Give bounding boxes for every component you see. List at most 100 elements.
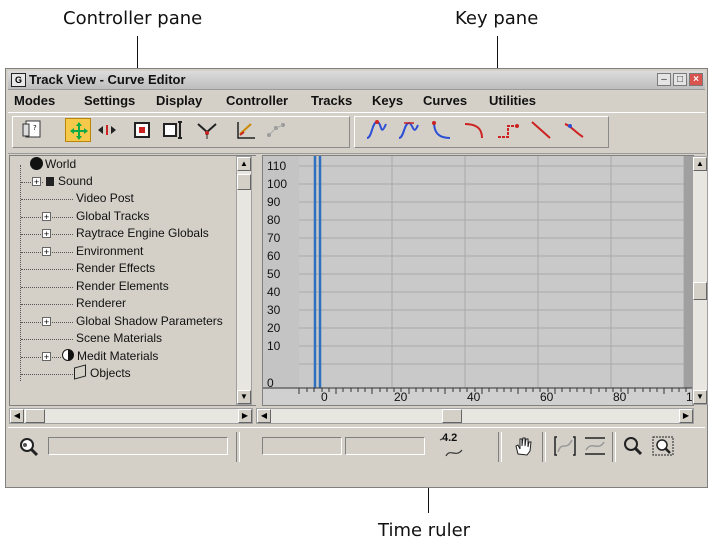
tree-connector <box>21 374 73 375</box>
status-separator <box>236 432 240 462</box>
scroll-up-button[interactable]: ▲ <box>237 157 251 171</box>
controller-pane-vscroll[interactable]: ▲ ▼ <box>236 156 252 405</box>
scroll-up-button[interactable]: ▲ <box>693 157 707 171</box>
tree-item-global-tracks[interactable]: Global Tracks <box>76 208 149 225</box>
menu-curves[interactable]: Curves <box>423 93 467 108</box>
expand-global-tracks-button[interactable]: + <box>42 212 51 222</box>
y-axis-label: 50 <box>267 267 281 281</box>
scroll-thumb[interactable] <box>693 282 707 300</box>
toolbar: ? <box>8 112 705 154</box>
tree-item-video-post[interactable]: Video Post <box>76 190 134 207</box>
reduce-keys-button[interactable] <box>263 118 289 142</box>
menu-utilities[interactable]: Utilities <box>489 93 536 108</box>
status-separator <box>498 432 502 462</box>
controller-pane-callout: Controller pane <box>63 8 203 29</box>
scroll-thumb[interactable] <box>442 409 462 423</box>
close-button[interactable]: × <box>689 73 703 86</box>
track-name-field[interactable] <box>48 437 228 455</box>
scroll-left-button[interactable]: ◀ <box>257 409 271 423</box>
scroll-left-button[interactable]: ◀ <box>10 409 24 423</box>
zoom-horizontal-extents-icon[interactable] <box>552 434 578 458</box>
menu-display[interactable]: Display <box>156 93 202 108</box>
menu-modes[interactable]: Modes <box>14 93 55 108</box>
key-pane-callout: Key pane <box>455 8 539 29</box>
time-ruler-label: 80 <box>613 390 627 404</box>
menu-keys[interactable]: Keys <box>372 93 403 108</box>
menu-settings[interactable]: Settings <box>84 93 135 108</box>
tree-item-sound[interactable]: Sound <box>46 173 93 190</box>
scale-keys-button[interactable] <box>130 118 156 142</box>
scroll-thumb[interactable] <box>237 174 251 190</box>
time-ruler[interactable]: 0 20 40 60 80 10 <box>263 388 693 405</box>
draw-curves-button[interactable] <box>233 118 259 142</box>
tree-connector <box>21 304 73 305</box>
tree-item-label: Render Elements <box>76 279 169 293</box>
pan-hand-icon[interactable] <box>510 434 536 458</box>
expand-global-shadow-button[interactable]: + <box>42 317 51 327</box>
expand-sound-button[interactable]: + <box>32 177 41 187</box>
zoom-value-extents-icon[interactable] <box>582 434 608 458</box>
tree-item-objects[interactable]: Objects <box>74 364 131 382</box>
scroll-right-button[interactable]: ▶ <box>238 409 252 423</box>
expand-raytrace-button[interactable]: + <box>42 229 51 239</box>
zoom-icon[interactable] <box>620 434 646 458</box>
value-field[interactable] <box>345 437 425 455</box>
tangent-custom-button[interactable] <box>396 118 422 142</box>
tangent-fast-button[interactable] <box>428 118 454 142</box>
scroll-right-button[interactable]: ▶ <box>679 409 693 423</box>
status-separator <box>542 432 546 462</box>
tree-item-environment[interactable]: Environment <box>76 243 143 260</box>
frame-value-readout: 4.2 <box>436 432 468 462</box>
tree-guide-line <box>20 165 21 381</box>
tangent-auto-button[interactable] <box>364 118 390 142</box>
scroll-down-button[interactable]: ▼ <box>237 390 251 404</box>
scale-values-button[interactable] <box>160 118 186 142</box>
tree-item-medit-materials[interactable]: Medit Materials <box>62 348 158 365</box>
tree-item-render-effects[interactable]: Render Effects <box>76 260 155 277</box>
tangent-slow-button[interactable] <box>462 118 488 142</box>
tree-item-raytrace-engine-globals[interactable]: Raytrace Engine Globals <box>76 225 209 242</box>
slide-keys-button[interactable] <box>94 118 120 142</box>
tangent-smooth-button[interactable] <box>561 118 587 142</box>
controller-pane-hscroll[interactable]: ◀ ▶ <box>9 408 253 424</box>
tree-item-scene-materials[interactable]: Scene Materials <box>76 330 162 347</box>
app-icon: G <box>11 73 26 87</box>
zoom-selected-object-icon[interactable] <box>16 434 42 458</box>
zoom-region-icon[interactable] <box>650 434 676 458</box>
tree-item-label: Global Shadow Parameters <box>76 314 223 328</box>
key-pane-grid <box>263 156 693 405</box>
expand-medit-materials-button[interactable]: + <box>42 352 51 362</box>
y-axis-label: 70 <box>267 231 281 245</box>
key-pane-vscroll[interactable]: ▲ ▼ <box>692 156 708 405</box>
menu-tracks[interactable]: Tracks <box>311 93 352 108</box>
tree-connector <box>21 199 73 200</box>
tree-item-label: Render Effects <box>76 261 156 275</box>
title-bar[interactable]: G Track View - Curve Editor – □ × <box>8 71 705 90</box>
tree-item-label: Sound <box>58 174 93 188</box>
frame-field[interactable] <box>262 437 342 455</box>
tangent-linear-button[interactable] <box>528 118 554 142</box>
add-keys-button[interactable] <box>194 118 220 142</box>
tangent-step-button[interactable] <box>495 118 521 142</box>
menu-controller[interactable]: Controller <box>226 93 288 108</box>
time-ruler-label: 40 <box>467 390 481 404</box>
tree-item-world[interactable]: World <box>30 156 76 173</box>
minimize-button[interactable]: – <box>657 73 671 86</box>
key-pane-hscroll[interactable]: ◀ ▶ <box>256 408 694 424</box>
tree-item-renderer[interactable]: Renderer <box>76 295 126 312</box>
tree-connector <box>21 287 73 288</box>
key-pane[interactable]: 110 100 90 80 70 60 50 40 30 20 10 0 0 2… <box>262 155 694 406</box>
tree-item-global-shadow-parameters[interactable]: Global Shadow Parameters <box>76 313 223 330</box>
move-keys-button[interactable] <box>65 118 91 142</box>
time-ruler-label: 60 <box>540 390 554 404</box>
maximize-button[interactable]: □ <box>673 73 687 86</box>
time-ruler-label: 20 <box>394 390 408 404</box>
tree-item-render-elements[interactable]: Render Elements <box>76 278 169 295</box>
scroll-down-button[interactable]: ▼ <box>693 390 707 404</box>
y-axis-label: 90 <box>267 195 281 209</box>
filters-button[interactable]: ? <box>20 118 46 142</box>
svg-text:?: ? <box>33 124 37 132</box>
controller-pane[interactable]: World + Sound Video Post + Global Tracks… <box>9 155 256 406</box>
scroll-thumb[interactable] <box>25 409 45 423</box>
expand-environment-button[interactable]: + <box>42 247 51 257</box>
